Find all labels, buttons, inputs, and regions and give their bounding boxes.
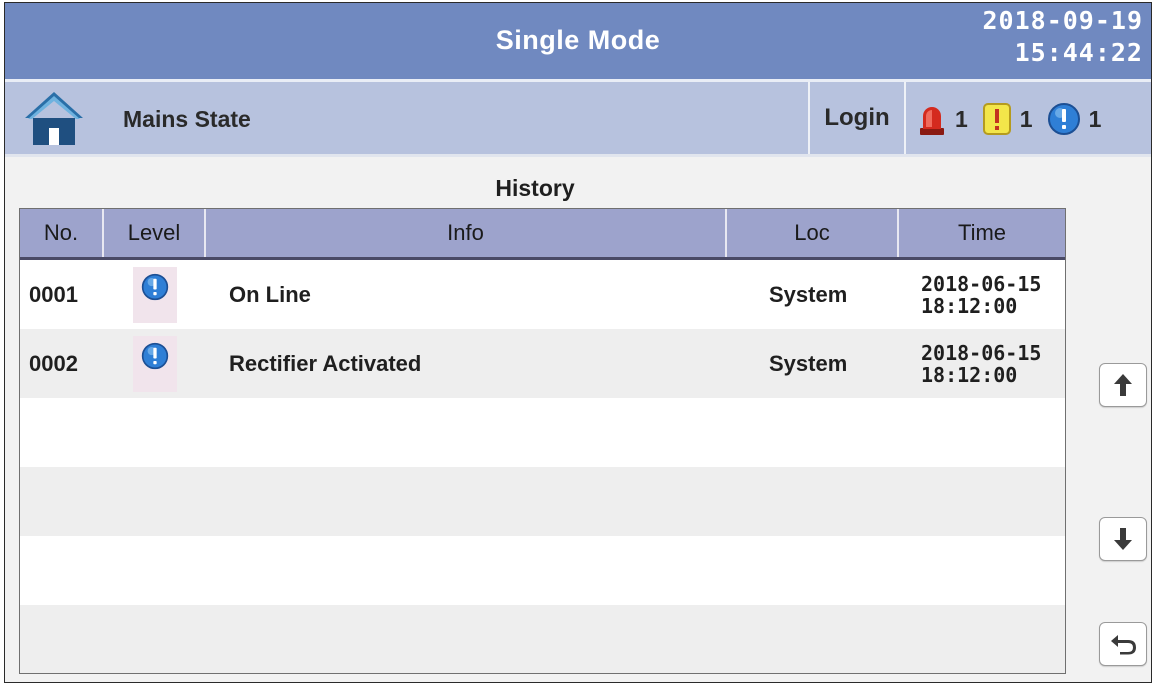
info-alarm-count: 1 [1088, 105, 1102, 132]
login-button[interactable]: Login [808, 82, 906, 154]
level-icon-cell [133, 335, 177, 392]
title-bar: Single Mode 2018-09-19 15:44:22 [5, 3, 1151, 82]
empty-row [20, 605, 1065, 673]
row-time: 2018-06-15 18:12:00 [899, 329, 1065, 398]
row-date-value: 2018-06-15 [921, 340, 1042, 365]
status-bar: Mains State Login 1 1 1 [5, 82, 1151, 157]
red-siren-icon [920, 107, 944, 135]
row-loc: System [769, 281, 848, 307]
arrow-up-icon [1114, 374, 1132, 396]
row-time-value: 18:12:00 [921, 362, 1018, 387]
yellow-warning-icon [982, 103, 1011, 135]
back-button[interactable] [1099, 622, 1147, 666]
home-button[interactable] [23, 90, 85, 146]
column-header-level: Level [104, 209, 206, 257]
row-date-value: 2018-06-15 [921, 271, 1042, 296]
row-info: On Line [229, 281, 311, 307]
history-table: No. Level Info Loc Time 0001 On Line Sys… [19, 208, 1066, 674]
back-arrow-icon [1111, 635, 1136, 655]
clock-date: 2018-09-19 [982, 6, 1143, 35]
history-title: History [495, 175, 575, 201]
app-window: Single Mode 2018-09-19 15:44:22 Mains St… [4, 2, 1152, 683]
mode-title: Single Mode [495, 25, 661, 55]
blue-info-icon [141, 342, 169, 369]
empty-row [20, 398, 1065, 467]
row-no: 0001 [29, 281, 78, 307]
row-time: 2018-06-15 18:12:00 [899, 260, 1065, 329]
home-icon [25, 92, 83, 145]
column-header-time: Time [957, 220, 1007, 245]
arrow-down-icon [1114, 528, 1132, 550]
row-level [104, 260, 206, 329]
column-header-loc: Loc [727, 209, 899, 257]
warning-alarm-count: 1 [1019, 105, 1033, 132]
blue-info-icon [1047, 103, 1080, 135]
row-no: 0002 [29, 350, 78, 376]
page-label: Mains State [123, 106, 251, 132]
alarm-summary[interactable]: 1 1 1 [917, 100, 1101, 138]
clock-time: 15:44:22 [1014, 38, 1143, 67]
table-body: 0001 On Line System 2018-06-15 18:12:00 … [20, 260, 1065, 673]
scroll-down-button[interactable] [1099, 517, 1147, 561]
critical-alarm-count: 1 [955, 105, 968, 132]
level-icon-cell [133, 266, 177, 323]
column-header-no: No. [20, 209, 104, 257]
column-header-info: Info [206, 209, 727, 257]
row-info: Rectifier Activated [229, 350, 422, 376]
row-level [104, 329, 206, 398]
table-row[interactable]: 0002 Rectifier Activated System 2018-06-… [20, 329, 1065, 398]
empty-row [20, 536, 1065, 605]
row-loc: System [769, 350, 848, 376]
blue-info-icon [141, 273, 169, 300]
table-row[interactable]: 0001 On Line System 2018-06-15 18:12:00 [20, 260, 1065, 329]
clock: 2018-09-19 15:44:22 [982, 5, 1143, 69]
row-time-value: 18:12:00 [921, 293, 1018, 318]
table-header: No. Level Info Loc Time [20, 209, 1065, 260]
scroll-up-button[interactable] [1099, 363, 1147, 407]
empty-row [20, 467, 1065, 536]
